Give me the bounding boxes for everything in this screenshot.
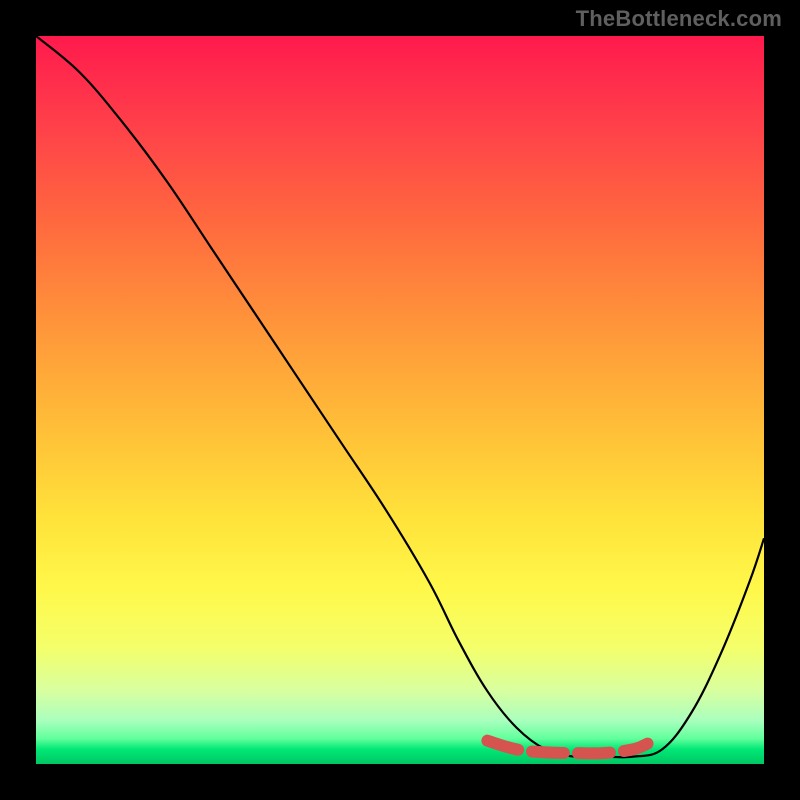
optimal-range-marker — [487, 741, 647, 754]
plot-area — [36, 36, 764, 764]
chart-frame: TheBottleneck.com — [0, 0, 800, 800]
chart-svg — [36, 36, 764, 764]
watermark-text: TheBottleneck.com — [576, 6, 782, 32]
bottleneck-curve — [36, 36, 764, 757]
